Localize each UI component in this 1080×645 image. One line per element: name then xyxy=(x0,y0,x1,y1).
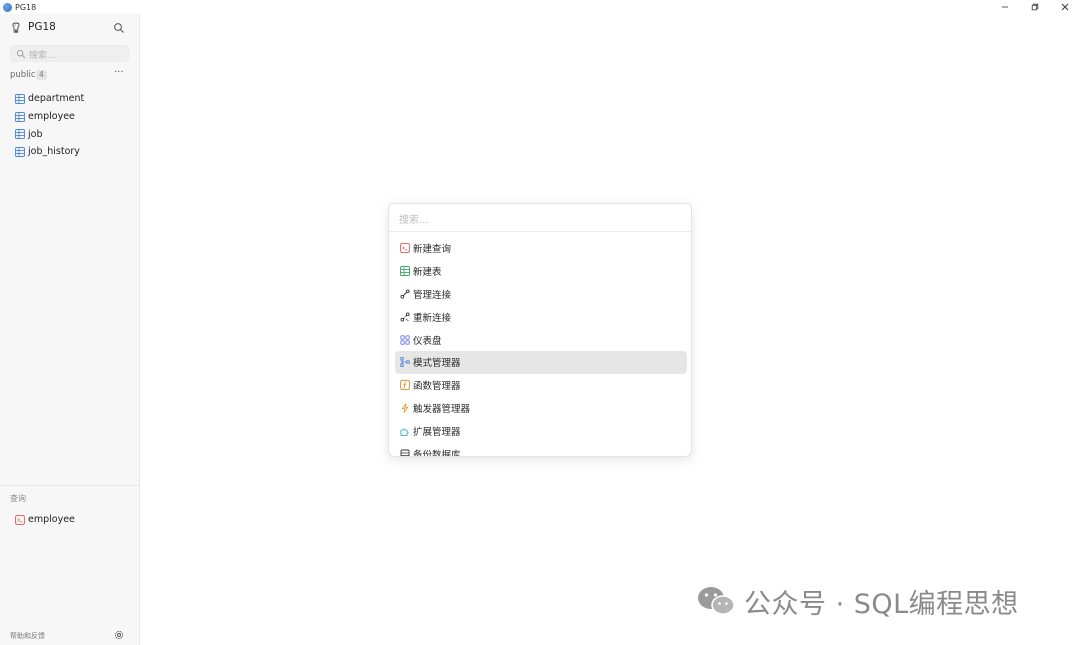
command-new-query[interactable]: 新建查询 xyxy=(395,237,687,260)
command-function-manager[interactable]: 函数管理器 xyxy=(395,374,687,397)
schema-count-badge: 4 xyxy=(36,70,47,80)
sidebar-item-job[interactable]: job xyxy=(15,125,135,143)
command-dashboard[interactable]: 仪表盘 xyxy=(395,328,687,351)
command-palette: 搜索... 新建查询 新建表 管理连接 重新连接 仪表盘 模式管理器 函数管理器… xyxy=(388,203,692,457)
table-label: department xyxy=(28,93,85,105)
app-logo-icon xyxy=(3,2,12,12)
table-label: job_history xyxy=(28,146,80,158)
close-button[interactable] xyxy=(1050,0,1080,14)
new-table-icon xyxy=(400,266,410,277)
schema-manager-icon xyxy=(400,357,410,368)
command-search-placeholder: 搜索... xyxy=(399,215,429,226)
queries-section-title: 查询 xyxy=(10,494,26,503)
table-icon xyxy=(15,93,25,104)
watermark: 公众号 · SQL编程思想 xyxy=(696,583,1019,620)
window-title: PG18 xyxy=(15,2,37,12)
help-feedback-link[interactable]: 帮助和反馈 xyxy=(10,631,45,641)
command-extension-manager[interactable]: 扩展管理器 xyxy=(395,419,687,442)
new-query-icon xyxy=(400,243,410,254)
command-label: 函数管理器 xyxy=(413,381,461,393)
sidebar-item-department[interactable]: department xyxy=(15,90,135,108)
sidebar: PG18 搜索... public 4 ··· department emplo… xyxy=(0,14,140,645)
minimize-button[interactable] xyxy=(990,0,1020,14)
search-icon xyxy=(16,49,26,59)
dashboard-icon xyxy=(400,334,410,345)
trigger-manager-icon xyxy=(401,403,409,413)
command-label: 触发器管理器 xyxy=(413,403,471,415)
restore-icon xyxy=(1031,3,1039,11)
command-reconnect[interactable]: 重新连接 xyxy=(395,305,687,328)
title-bar: PG18 xyxy=(0,0,1080,14)
postgres-elephant-icon xyxy=(12,22,20,33)
command-backup-database[interactable]: 备份数据库 xyxy=(395,442,687,457)
wechat-logo-icon xyxy=(698,587,735,615)
query-item-employee[interactable]: employee xyxy=(15,514,75,525)
extension-manager-icon xyxy=(400,428,409,436)
table-label: employee xyxy=(28,111,75,123)
command-label: 新建表 xyxy=(413,267,442,279)
sidebar-search-placeholder: 搜索... xyxy=(29,51,56,61)
sidebar-search-input[interactable]: 搜索... xyxy=(10,45,129,62)
restore-button[interactable] xyxy=(1020,0,1050,14)
table-icon xyxy=(15,147,25,157)
command-label: 管理连接 xyxy=(413,289,452,301)
command-label: 仪表盘 xyxy=(413,335,442,347)
close-icon xyxy=(1061,3,1069,11)
sidebar-header: PG18 xyxy=(0,20,140,36)
backup-icon xyxy=(400,449,410,456)
gear-icon[interactable] xyxy=(114,630,124,640)
command-list: 新建查询 新建表 管理连接 重新连接 仪表盘 模式管理器 函数管理器 触发器管理… xyxy=(395,237,687,457)
command-label: 重新连接 xyxy=(413,312,452,324)
sidebar-item-job-history[interactable]: job_history xyxy=(15,143,135,161)
watermark-text: 公众号 · SQL编程思想 xyxy=(744,588,1019,620)
schema-name: public xyxy=(10,70,36,80)
search-icon[interactable] xyxy=(113,22,125,34)
table-icon xyxy=(15,111,25,122)
database-name: PG18 xyxy=(28,21,56,33)
connection-icon xyxy=(400,289,410,299)
divider xyxy=(0,485,140,486)
more-options-button[interactable]: ··· xyxy=(114,67,124,78)
command-label: 模式管理器 xyxy=(413,358,461,370)
command-new-table[interactable]: 新建表 xyxy=(395,260,687,283)
schema-header[interactable]: public 4 ··· xyxy=(10,67,130,82)
table-list: department employee job job_history xyxy=(15,90,135,161)
command-manage-connections[interactable]: 管理连接 xyxy=(395,283,687,306)
command-search-input[interactable]: 搜索... xyxy=(389,204,691,232)
command-label: 新建查询 xyxy=(413,244,452,256)
function-manager-icon xyxy=(400,380,410,391)
command-label: 扩展管理器 xyxy=(413,426,461,438)
table-icon xyxy=(15,129,25,140)
command-trigger-manager[interactable]: 触发器管理器 xyxy=(395,397,687,420)
minimize-icon xyxy=(1002,6,1008,8)
table-label: job xyxy=(28,128,43,140)
query-label: employee xyxy=(28,514,75,525)
reconnect-icon xyxy=(400,312,410,322)
command-schema-manager[interactable]: 模式管理器 xyxy=(395,350,687,374)
query-icon xyxy=(15,514,25,525)
command-label: 备份数据库 xyxy=(413,449,461,457)
window-controls xyxy=(990,0,1080,14)
sidebar-item-employee[interactable]: employee xyxy=(15,108,135,126)
